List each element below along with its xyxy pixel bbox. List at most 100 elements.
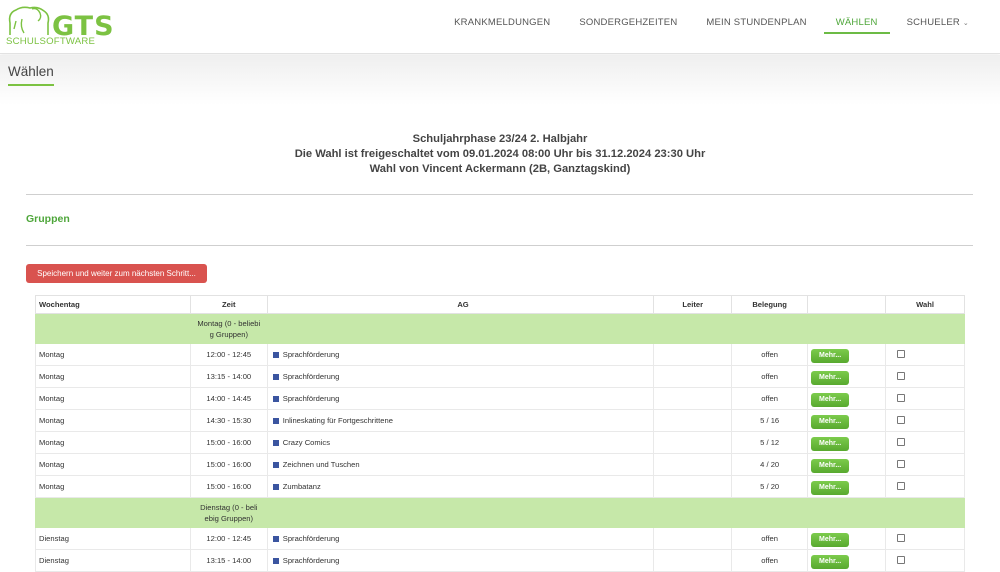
mehr-button[interactable]: Mehr...: [811, 415, 850, 429]
col-header-ag[interactable]: AG: [266, 295, 655, 314]
cell-ag: Sprachförderung: [282, 534, 340, 543]
cell-ag: Zumbatanz: [282, 482, 321, 491]
group-row-dienstag: Dienstag (0 - beli ebig Gruppen): [35, 497, 966, 528]
mehr-button[interactable]: Mehr...: [811, 481, 850, 495]
ag-color-marker-icon: [272, 557, 279, 564]
ag-color-marker-icon: [272, 483, 279, 490]
main-nav: KRANKMELDUNGEN SONDERGEHZEITEN MEIN STUN…: [442, 0, 986, 54]
table-row: Montag 14:00 - 14:45 Sprachförderung off…: [35, 387, 965, 410]
cell-time: 12:00 - 12:45: [189, 527, 268, 550]
mehr-button[interactable]: Mehr...: [811, 371, 850, 385]
election-student: Wahl von Vincent Ackermann (2B, Ganztags…: [369, 163, 631, 175]
wahl-checkbox[interactable]: [897, 459, 906, 468]
mehr-button[interactable]: Mehr...: [811, 459, 850, 473]
cell-belegung: offen: [731, 365, 809, 388]
group-label-dienstag: Dienstag (0 - beli ebig Gruppen): [189, 497, 268, 528]
cell-ag: Sprachförderung: [282, 556, 340, 565]
col-header-belegung[interactable]: Belegung: [731, 295, 809, 314]
cell-ag: Inlineskating für Fortgeschrittene: [282, 416, 393, 425]
mehr-button[interactable]: Mehr...: [811, 555, 850, 569]
mehr-button[interactable]: Mehr...: [811, 533, 850, 547]
cell-day: Montag: [35, 387, 191, 410]
wahl-checkbox[interactable]: [897, 349, 906, 358]
table-header-row: Wochentag Zeit AG Leiter Belegung Wahl: [35, 295, 965, 314]
divider: [26, 194, 973, 195]
cell-leiter: [653, 453, 733, 476]
cell-time: 14:30 - 15:30: [189, 409, 268, 432]
save-and-continue-button[interactable]: Speichern und weiter zum nächsten Schrit…: [26, 264, 207, 283]
table-row: Montag 12:00 - 12:45 Sprachförderung off…: [35, 343, 965, 366]
nav-schueler-dropdown[interactable]: SCHUELER ⌄: [895, 0, 981, 34]
wahl-checkbox[interactable]: [897, 533, 906, 542]
cell-time: 13:15 - 14:00: [189, 549, 268, 572]
cell-day: Dienstag: [35, 549, 191, 572]
col-header-zeit[interactable]: Zeit: [189, 295, 268, 314]
cell-day: Montag: [35, 365, 191, 388]
cell-belegung: offen: [731, 527, 809, 550]
wahl-checkbox[interactable]: [897, 415, 906, 424]
ag-color-marker-icon: [272, 373, 279, 380]
col-header-leiter[interactable]: Leiter: [653, 295, 733, 314]
cell-leiter: [653, 475, 733, 498]
table-row: Dienstag 12:00 - 12:45 Sprachförderung o…: [35, 527, 965, 550]
groups-table: Wochentag Zeit AG Leiter Belegung Wahl M…: [35, 295, 966, 572]
nav-waehlen[interactable]: WÄHLEN: [823, 0, 890, 34]
cell-belegung: 5 / 12: [731, 431, 809, 454]
mehr-button[interactable]: Mehr...: [811, 349, 850, 363]
cell-ag: Sprachförderung: [282, 394, 340, 403]
cell-time: 15:00 - 16:00: [189, 431, 268, 454]
wahl-checkbox[interactable]: [897, 555, 906, 564]
col-header-wochentag[interactable]: Wochentag: [35, 295, 191, 314]
table-row: Montag 13:15 - 14:00 Sprachförderung off…: [35, 365, 965, 388]
cell-ag: Sprachförderung: [282, 350, 340, 359]
table-row: Montag 15:00 - 16:00 Zeichnen und Tusche…: [35, 453, 965, 476]
cell-leiter: [653, 409, 733, 432]
cell-day: Montag: [35, 475, 191, 498]
table-row: Montag 15:00 - 16:00 Crazy Comics 5 / 12…: [35, 431, 965, 454]
cell-ag: Zeichnen und Tuschen: [282, 460, 360, 469]
wahl-checkbox[interactable]: [897, 393, 906, 402]
cell-day: Dienstag: [35, 527, 191, 550]
wahl-checkbox[interactable]: [897, 437, 906, 446]
mehr-button[interactable]: Mehr...: [811, 437, 850, 451]
nav-sondergehzeiten[interactable]: SONDERGEHZEITEN: [567, 0, 689, 34]
divider: [26, 245, 973, 246]
cell-day: Montag: [35, 343, 191, 366]
cell-day: Montag: [35, 431, 191, 454]
cell-leiter: [653, 431, 733, 454]
ag-color-marker-icon: [272, 461, 279, 468]
ag-color-marker-icon: [272, 439, 279, 446]
cell-time: 14:00 - 14:45: [189, 387, 268, 410]
mehr-button[interactable]: Mehr...: [811, 393, 850, 407]
cell-leiter: [653, 343, 733, 366]
cell-time: 15:00 - 16:00: [189, 475, 268, 498]
cell-ag: Sprachförderung: [282, 372, 340, 381]
cell-leiter: [653, 387, 733, 410]
election-info: Schuljahrphase 23/24 2. Halbjahr Die Wah…: [0, 132, 1000, 177]
cell-belegung: offen: [731, 387, 809, 410]
cell-time: 13:15 - 14:00: [189, 365, 268, 388]
cell-belegung: 5 / 20: [731, 475, 809, 498]
wahl-checkbox[interactable]: [897, 481, 906, 490]
cell-leiter: [653, 527, 733, 550]
table-row: Montag 15:00 - 16:00 Zumbatanz 5 / 20 Me…: [35, 475, 965, 498]
table-row: Montag 14:30 - 15:30 Inlineskating für F…: [35, 409, 965, 432]
col-header-mehr: [807, 295, 887, 314]
wahl-checkbox[interactable]: [897, 371, 906, 380]
logo-subtitle: SCHULSOFTWARE: [6, 36, 96, 47]
nav-krankmeldungen[interactable]: KRANKMELDUNGEN: [442, 0, 562, 34]
col-header-wahl[interactable]: Wahl: [885, 295, 965, 314]
gts-logo[interactable]: GTS SCHULSOFTWARE: [4, 3, 114, 51]
ag-color-marker-icon: [272, 351, 279, 358]
cell-time: 12:00 - 12:45: [189, 343, 268, 366]
table-row: Dienstag 13:15 - 14:00 Sprachförderung o…: [35, 549, 965, 572]
cell-belegung: 4 / 20: [731, 453, 809, 476]
group-label-montag: Montag (0 - beliebi g Gruppen): [189, 313, 268, 344]
top-navbar: GTS SCHULSOFTWARE KRANKMELDUNGEN SONDERG…: [0, 0, 1000, 54]
nav-mein-stundenplan[interactable]: MEIN STUNDENPLAN: [694, 0, 818, 34]
elephant-logo-icon: [8, 6, 50, 35]
cell-ag: Crazy Comics: [282, 438, 331, 447]
ag-color-marker-icon: [272, 417, 279, 424]
cell-leiter: [653, 365, 733, 388]
election-period: Die Wahl ist freigeschaltet vom 09.01.20…: [294, 148, 706, 160]
